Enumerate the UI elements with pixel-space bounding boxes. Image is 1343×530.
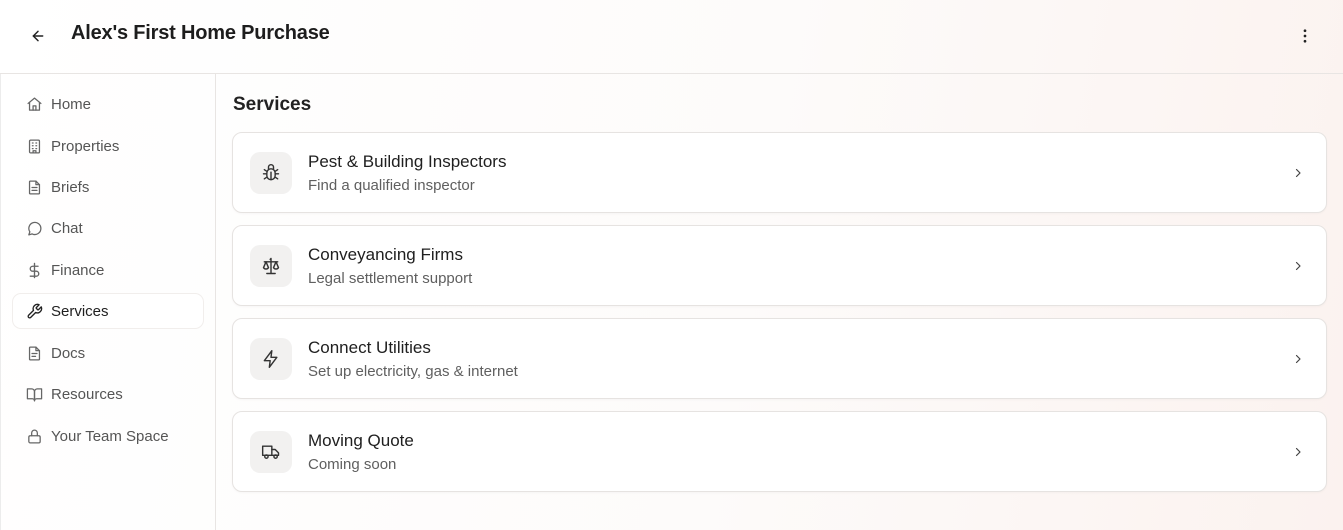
sidebar-item-label: Services: [51, 302, 109, 320]
building-icon: [25, 137, 43, 155]
service-subtitle: Set up electricity, gas & internet: [308, 363, 518, 380]
sidebar-item-label: Docs: [51, 344, 86, 362]
service-subtitle: Find a qualified inspector: [308, 177, 475, 194]
chat-bubble-icon: [25, 219, 43, 237]
page-title: Alex's First Home Purchase: [71, 22, 330, 44]
bug-icon: [262, 163, 280, 181]
book-icon: [25, 385, 43, 403]
wrench-icon: [25, 302, 43, 320]
home-icon: [25, 95, 43, 113]
icon-tile: [250, 152, 292, 194]
service-subtitle: Legal settlement support: [308, 270, 473, 287]
sidebar-item-properties[interactable]: Properties: [13, 129, 203, 163]
sidebar-item-docs[interactable]: Docs: [13, 336, 203, 370]
app-window: Alex's First Home Purchase Home Properti…: [0, 0, 1343, 530]
service-card-utilities[interactable]: Connect Utilities Set up electricity, ga…: [232, 318, 1327, 399]
service-card-moving[interactable]: Moving Quote Coming soon: [232, 411, 1327, 492]
sidebar-item-home[interactable]: Home: [13, 87, 203, 121]
sidebar-item-team-space[interactable]: Your Team Space: [13, 419, 203, 453]
sidebar-item-label: Properties: [51, 137, 120, 155]
sidebar-item-label: Briefs: [51, 178, 90, 196]
sidebar-item-services[interactable]: Services: [13, 294, 203, 328]
sidebar-item-resources[interactable]: Resources: [13, 377, 203, 411]
service-title: Moving Quote: [308, 431, 414, 450]
sidebar-item-label: Your Team Space: [51, 427, 169, 445]
top-header: Alex's First Home Purchase: [0, 0, 1343, 74]
scale-icon: [262, 257, 280, 275]
service-title: Conveyancing Firms: [308, 245, 463, 264]
lock-icon: [25, 427, 43, 445]
more-vertical-icon: [1303, 29, 1307, 43]
icon-tile: [250, 431, 292, 473]
sidebar-item-chat[interactable]: Chat: [13, 211, 203, 245]
service-title: Connect Utilities: [308, 338, 431, 357]
chevron-right-icon: [1290, 350, 1306, 368]
dollar-icon: [25, 261, 43, 279]
chevron-right-icon: [1290, 164, 1306, 182]
sidebar-item-label: Chat: [51, 219, 83, 237]
icon-tile: [250, 245, 292, 287]
service-title: Pest & Building Inspectors: [308, 152, 507, 171]
service-card-inspectors[interactable]: Pest & Building Inspectors Find a qualif…: [232, 132, 1327, 213]
service-card-conveyancing[interactable]: Conveyancing Firms Legal settlement supp…: [232, 225, 1327, 306]
sidebar-item-finance[interactable]: Finance: [13, 253, 203, 287]
service-subtitle: Coming soon: [308, 456, 397, 473]
icon-tile: [250, 338, 292, 380]
sidebar-item-briefs[interactable]: Briefs: [13, 170, 203, 204]
arrow-left-icon: [32, 30, 44, 42]
truck-icon: [261, 445, 280, 459]
document-icon: [25, 344, 43, 362]
lightning-icon: [263, 349, 278, 369]
sidebar: Home Properties Briefs Chat Finance Serv…: [0, 74, 216, 530]
sidebar-item-label: Resources: [51, 385, 123, 403]
section-title: Services: [233, 94, 312, 115]
back-button[interactable]: [22, 21, 54, 51]
chevron-right-icon: [1290, 257, 1306, 275]
more-options-button[interactable]: [1289, 21, 1321, 51]
sidebar-item-label: Finance: [51, 261, 105, 279]
sidebar-item-label: Home: [51, 95, 92, 113]
file-text-icon: [25, 178, 43, 196]
chevron-right-icon: [1290, 443, 1306, 461]
